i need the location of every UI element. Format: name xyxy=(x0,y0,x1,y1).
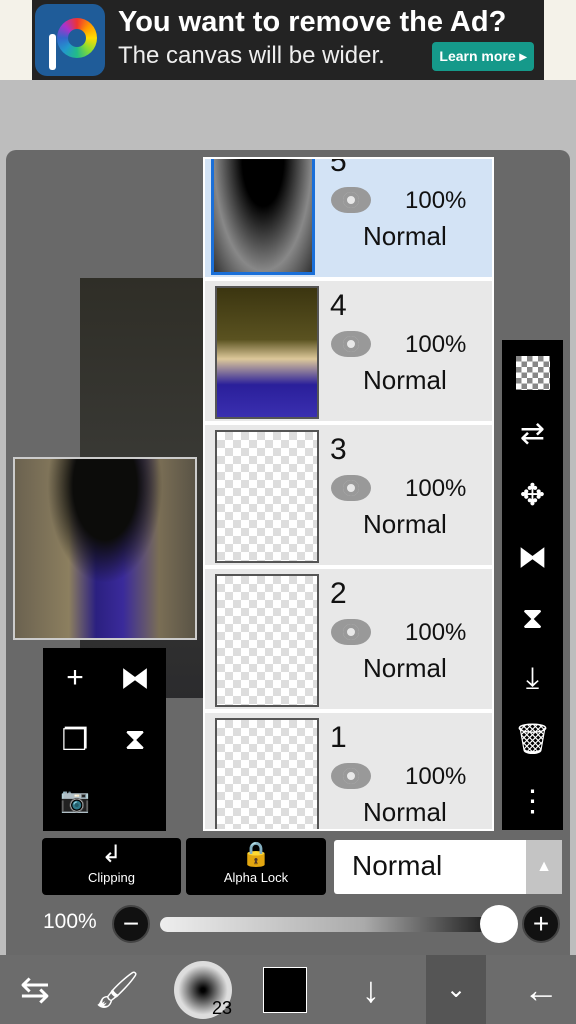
layer-number: 1 xyxy=(330,721,347,754)
opacity-increase-button[interactable]: + xyxy=(522,905,560,943)
clipping-button[interactable]: ↲ Clipping xyxy=(42,838,181,895)
ibispaint-logo xyxy=(35,4,105,76)
eye-icon[interactable] xyxy=(331,331,371,357)
layer-tools-left: + ⧓ ❐ ⧗ 📷 xyxy=(43,648,166,831)
bottom-toolbar: ⇆ 🖌 23 ↓ ⌄ ← xyxy=(0,955,576,1024)
alpha-lock-button[interactable]: 🔒 Alpha Lock xyxy=(186,838,326,895)
layer-thumbnail xyxy=(215,286,319,419)
triangle-up-icon[interactable]: ▲ xyxy=(526,840,562,894)
layer-row-1[interactable]: 1 100% Normal xyxy=(205,713,492,829)
blend-mode-select[interactable]: Normal ▲ xyxy=(334,840,562,894)
layer-thumbnail xyxy=(215,718,319,829)
layer-thumbnail xyxy=(215,430,319,563)
flip-vertical-icon[interactable]: ⧗ xyxy=(502,586,563,652)
layer-blend-mode: Normal xyxy=(363,797,447,827)
eye-icon[interactable] xyxy=(331,187,371,213)
merge-down-icon[interactable]: ⤓ xyxy=(502,646,563,712)
alpha-lock-label: Alpha Lock xyxy=(223,870,289,885)
layer-opacity: 100% xyxy=(405,331,467,358)
canvas-preview[interactable] xyxy=(13,457,197,640)
opacity-decrease-button[interactable]: − xyxy=(112,905,150,943)
layer-row-3[interactable]: 3 100% Normal xyxy=(205,425,492,567)
layer-number: 5 xyxy=(330,157,347,178)
back-arrow-icon[interactable]: ← xyxy=(506,955,576,1024)
clipping-label: Clipping xyxy=(88,870,135,885)
layer-row-2[interactable]: 2 100% Normal xyxy=(205,569,492,711)
opacity-slider[interactable] xyxy=(160,917,500,932)
more-icon[interactable]: ⋮ xyxy=(502,768,563,834)
flip-horizontal-icon[interactable]: ⧓ xyxy=(502,524,563,590)
layer-thumbnail xyxy=(211,159,315,275)
eye-icon[interactable] xyxy=(331,763,371,789)
arrow-down-icon[interactable]: ↓ xyxy=(336,955,406,1024)
delete-icon[interactable]: 🗑 xyxy=(502,706,563,772)
layer-opacity: 100% xyxy=(405,187,467,214)
camera-icon[interactable]: 📷 xyxy=(45,770,105,830)
eye-icon[interactable] xyxy=(331,619,371,645)
layer-list[interactable]: 5 100% Normal 4 100% Normal 3 100% Norma… xyxy=(203,157,494,831)
layer-opacity: 100% xyxy=(405,763,467,790)
duplicate-layer-icon[interactable]: ❐ xyxy=(45,710,105,770)
learn-more-button[interactable]: Learn more ▸ xyxy=(432,42,534,71)
opacity-slider-handle[interactable] xyxy=(480,905,518,943)
ad-title: You want to remove the Ad? xyxy=(118,6,507,38)
layer-thumbnail xyxy=(215,574,319,707)
layer-number: 3 xyxy=(330,433,347,466)
ad-banner[interactable]: You want to remove the Ad? The canvas wi… xyxy=(32,0,544,80)
layer-opacity: 100% xyxy=(405,619,467,646)
layer-row-5[interactable]: 5 100% Normal xyxy=(205,157,492,279)
flip-horizontal-icon[interactable]: ⧓ xyxy=(105,648,165,708)
brush-icon[interactable]: 🖌 xyxy=(82,955,152,1024)
brush-size-value: 23 xyxy=(211,997,232,1018)
layer-blend-mode: Normal xyxy=(363,509,447,539)
layer-blend-mode: Normal xyxy=(363,653,447,683)
collapse-panel-icon[interactable]: ⌄ xyxy=(426,955,486,1024)
layer-row-4[interactable]: 4 100% Normal xyxy=(205,281,492,423)
lock-icon: 🔒 xyxy=(241,841,271,868)
layer-blend-mode: Normal xyxy=(363,221,447,251)
layer-tools-right: ⇄ ✥ ⧓ ⧗ ⤓ 🗑 ⋮ xyxy=(502,340,563,830)
flip-vertical-icon[interactable]: ⧗ xyxy=(105,710,165,770)
opacity-value: 100% xyxy=(43,910,97,933)
eye-icon[interactable] xyxy=(331,475,371,501)
swap-layers-icon[interactable]: ⇄ xyxy=(502,400,563,466)
layer-blend-mode: Normal xyxy=(363,365,447,395)
brush-size-button[interactable]: 23 xyxy=(168,955,238,1024)
move-icon[interactable]: ✥ xyxy=(502,462,563,528)
ad-subtitle: The canvas will be wider. xyxy=(118,42,385,69)
layer-opacity: 100% xyxy=(405,475,467,502)
layer-number: 2 xyxy=(330,577,347,610)
blend-mode-value: Normal xyxy=(352,850,443,881)
transparent-layer-icon[interactable] xyxy=(502,340,563,406)
color-button[interactable] xyxy=(250,955,320,1024)
layer-number: 4 xyxy=(330,289,347,322)
add-layer-icon[interactable]: + xyxy=(45,648,105,708)
tool-switch-icon[interactable]: ⇆ xyxy=(0,955,70,1024)
clipping-arrow-icon: ↲ xyxy=(101,841,122,868)
